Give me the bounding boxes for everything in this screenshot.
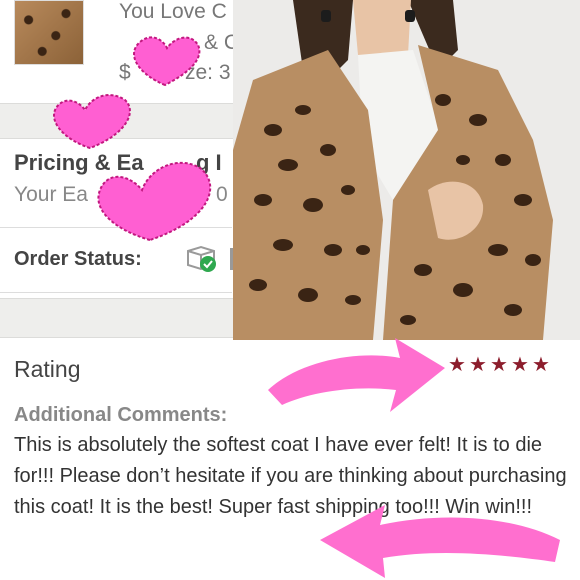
divider [0, 292, 232, 293]
additional-comments-title: Additional Comments: [14, 404, 228, 426]
star-icon: ★ [511, 354, 529, 376]
star-icon: ★ [448, 354, 466, 376]
divider [0, 227, 232, 228]
star-icon: ★ [532, 354, 550, 376]
pricing-title: Pricing & Ea [14, 150, 144, 175]
product-thumbnail[interactable] [14, 0, 84, 65]
order-status-label: Order Status: [14, 248, 142, 270]
arrow-right-icon [268, 338, 445, 412]
delivered-box-icon [187, 245, 216, 272]
coat-photo [233, 0, 580, 340]
earnings-label: Your Ea [14, 183, 88, 206]
rating-label: Rating [14, 356, 81, 382]
order-item-price: $ [119, 61, 131, 84]
star-icon: ★ [490, 354, 508, 376]
earnings-value: 0 [216, 183, 228, 206]
pricing-title-end: g I [196, 150, 222, 175]
order-item-size: ze: 3 [185, 61, 231, 84]
order-item-title: You Love C [119, 0, 227, 23]
additional-comments-text: This is absolutely the softest coat I ha… [14, 434, 567, 518]
rating-stars: ★ ★ ★ ★ ★ [448, 354, 550, 376]
star-icon: ★ [469, 354, 487, 376]
